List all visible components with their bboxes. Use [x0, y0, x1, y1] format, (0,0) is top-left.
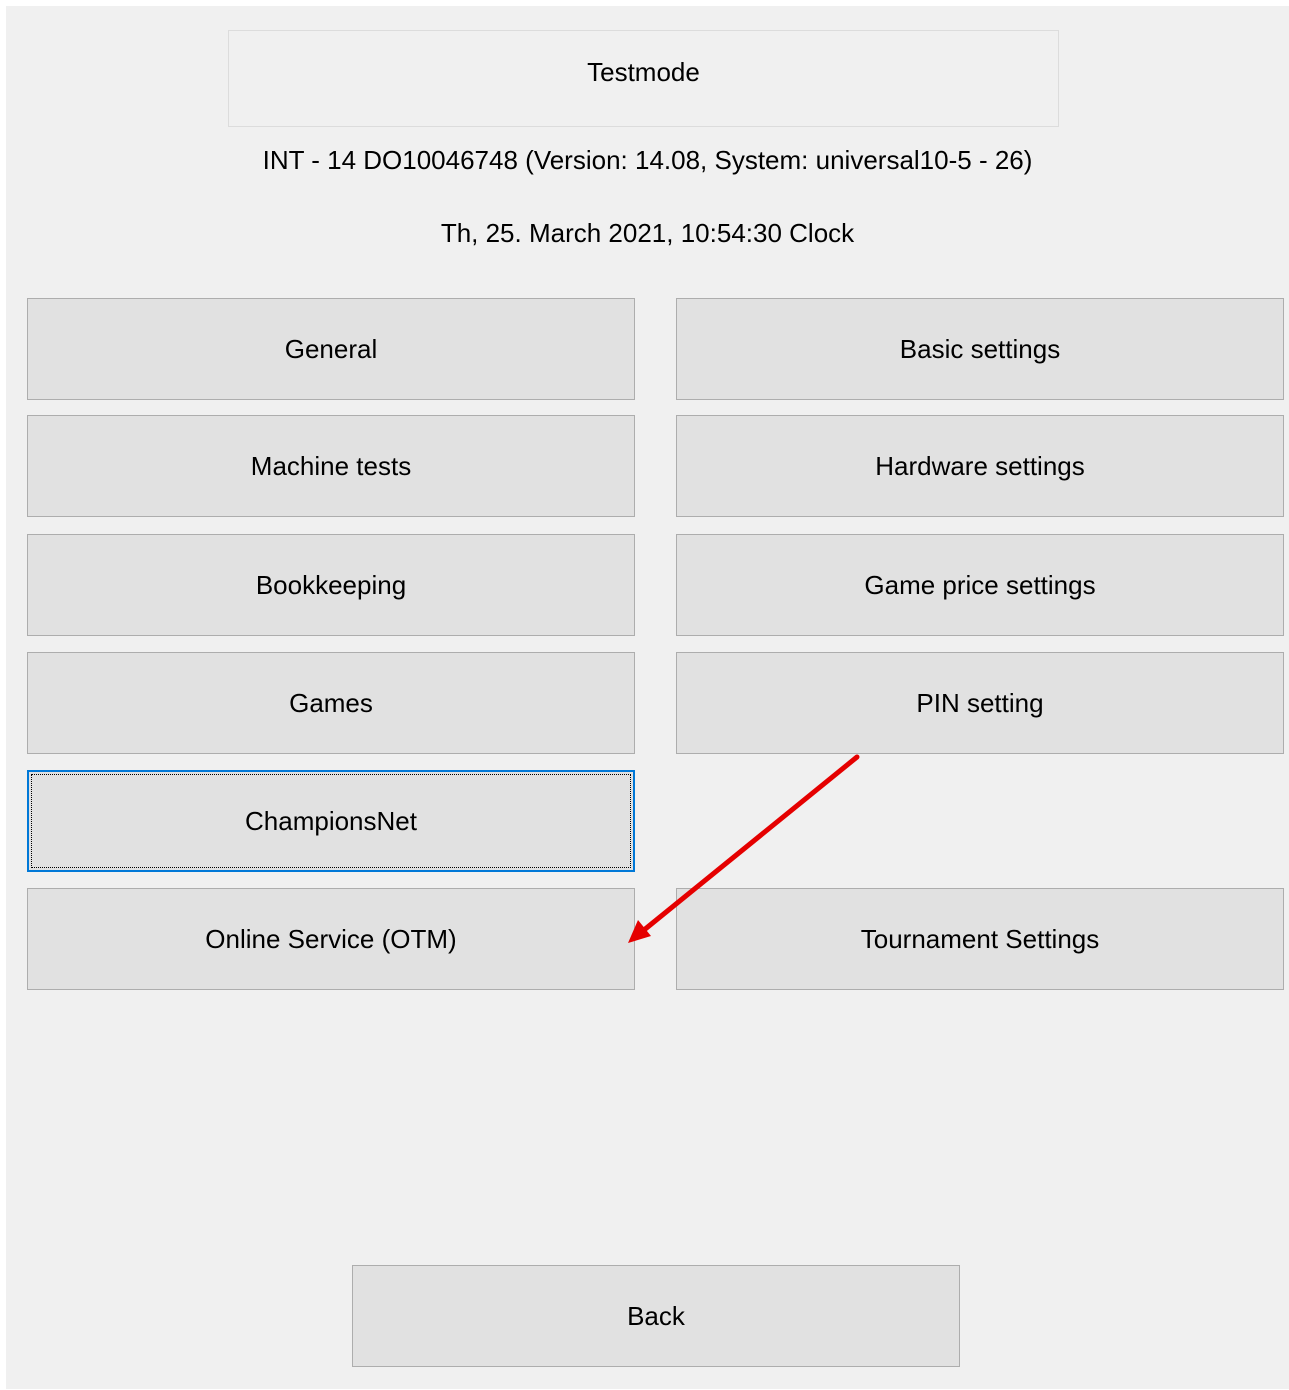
basic-settings-button-label: Basic settings — [899, 333, 1061, 364]
games-button[interactable]: Games — [27, 652, 635, 754]
back-button[interactable]: Back — [352, 1265, 960, 1367]
games-button-label: Games — [289, 687, 373, 718]
machine-tests-button-label: Machine tests — [250, 450, 412, 481]
bookkeeping-button-label: Bookkeeping — [255, 569, 407, 600]
basic-settings-button[interactable]: Basic settings — [676, 298, 1284, 400]
hardware-settings-button-label: Hardware settings — [875, 450, 1085, 481]
pin-setting-button[interactable]: PIN setting — [676, 652, 1284, 754]
hardware-settings-button[interactable]: Hardware settings — [676, 415, 1284, 517]
general-button[interactable]: General — [27, 298, 635, 400]
back-button-label: Back — [627, 1300, 685, 1331]
tournament-settings-button-label: Tournament Settings — [860, 923, 1100, 954]
date-time: Th, 25. March 2021, 10:54:30 Clock — [440, 218, 855, 248]
machine-info: INT - 14 DO10046748 (Version: 14.08, Sys… — [262, 145, 1033, 175]
championsnet-button[interactable]: ChampionsNet — [27, 770, 635, 872]
online-service-otm-button-label: Online Service (OTM) — [205, 923, 457, 954]
testmode-window: Testmode INT - 14 DO10046748 (Version: 1… — [6, 6, 1289, 1389]
pin-setting-button-label: PIN setting — [916, 687, 1044, 718]
page-title: Testmode — [228, 30, 1059, 127]
machine-tests-button[interactable]: Machine tests — [27, 415, 635, 517]
game-price-settings-button-label: Game price settings — [864, 569, 1096, 600]
page-title-text: Testmode — [587, 57, 700, 87]
tournament-settings-button[interactable]: Tournament Settings — [676, 888, 1284, 990]
online-service-otm-button[interactable]: Online Service (OTM) — [27, 888, 635, 990]
championsnet-button-label: ChampionsNet — [245, 805, 417, 836]
bookkeeping-button[interactable]: Bookkeeping — [27, 534, 635, 636]
general-button-label: General — [284, 333, 378, 364]
game-price-settings-button[interactable]: Game price settings — [676, 534, 1284, 636]
